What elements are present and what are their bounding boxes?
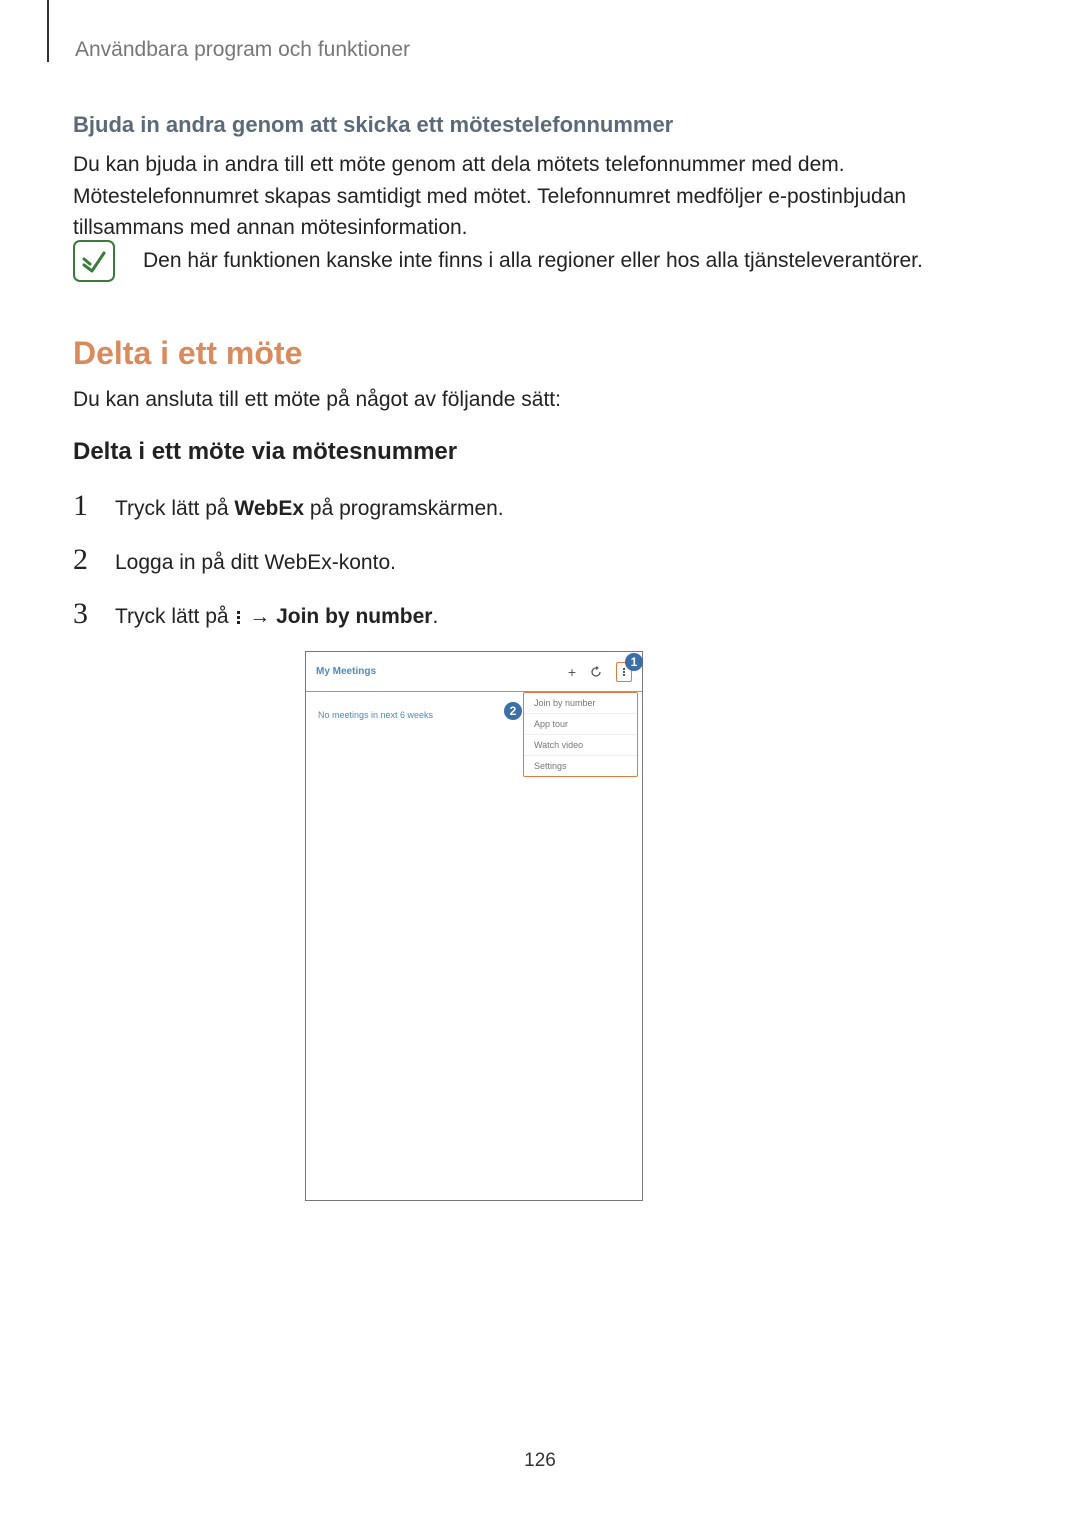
step-2: 2 Logga in på ditt WebEx-konto. xyxy=(73,543,1007,577)
menu-item-settings[interactable]: Settings xyxy=(524,756,637,776)
note-icon xyxy=(73,240,115,282)
paragraph-join-intro: Du kan ansluta till ett möte på något av… xyxy=(73,384,1007,416)
plus-icon[interactable]: + xyxy=(568,664,576,680)
arrow-icon: → xyxy=(243,605,276,628)
callout-1: 1 xyxy=(625,653,643,671)
step-text: Tryck lätt på → Join by number. xyxy=(115,605,438,629)
callout-2: 2 xyxy=(504,702,522,720)
manual-page: Användbara program och funktioner Bjuda … xyxy=(0,0,1080,1527)
menu-item-video[interactable]: Watch video xyxy=(524,735,637,756)
page-number: 126 xyxy=(0,1450,1080,1472)
step-number: 1 xyxy=(73,489,95,523)
step3-post: . xyxy=(432,605,438,628)
paragraph-invite: Du kan bjuda in andra till ett möte geno… xyxy=(73,149,1007,244)
subheading-invite: Bjuda in andra genom att skicka ett möte… xyxy=(73,112,673,138)
step-number: 3 xyxy=(73,597,95,631)
vertical-dots-icon xyxy=(237,609,240,626)
app-title: My Meetings xyxy=(316,666,376,677)
step-number: 2 xyxy=(73,543,95,577)
menu-item-join[interactable]: Join by number xyxy=(524,693,637,714)
page-edge xyxy=(47,0,49,62)
menu-item-tour[interactable]: App tour xyxy=(524,714,637,735)
subheading-join-number: Delta i ett möte via mötesnummer xyxy=(73,438,457,466)
page-header: Användbara program och funktioner xyxy=(75,38,410,62)
step3-bold: Join by number xyxy=(276,605,432,628)
note-row: Den här funktionen kanske inte finns i a… xyxy=(73,240,1007,282)
app-header: My Meetings + xyxy=(306,652,642,692)
step1-bold: WebEx xyxy=(234,497,304,520)
step-text: Logga in på ditt WebEx-konto. xyxy=(115,551,396,575)
refresh-icon[interactable] xyxy=(590,666,602,678)
step-3: 3 Tryck lätt på → Join by number. xyxy=(73,597,1007,631)
webex-screenshot: My Meetings + No meetings in next 6 week… xyxy=(305,651,643,1201)
app-header-icons: + xyxy=(568,662,632,682)
step-1: 1 Tryck lätt på WebEx på programskärmen. xyxy=(73,489,1007,523)
step1-post: på programskärmen. xyxy=(304,497,504,520)
note-text: Den här funktionen kanske inte finns i a… xyxy=(143,249,1007,273)
step1-pre: Tryck lätt på xyxy=(115,497,234,520)
overflow-menu: Join by number App tour Watch video Sett… xyxy=(523,692,638,777)
step3-pre: Tryck lätt på xyxy=(115,605,234,628)
step-text: Tryck lätt på WebEx på programskärmen. xyxy=(115,497,504,521)
heading-join: Delta i ett möte xyxy=(73,335,302,372)
